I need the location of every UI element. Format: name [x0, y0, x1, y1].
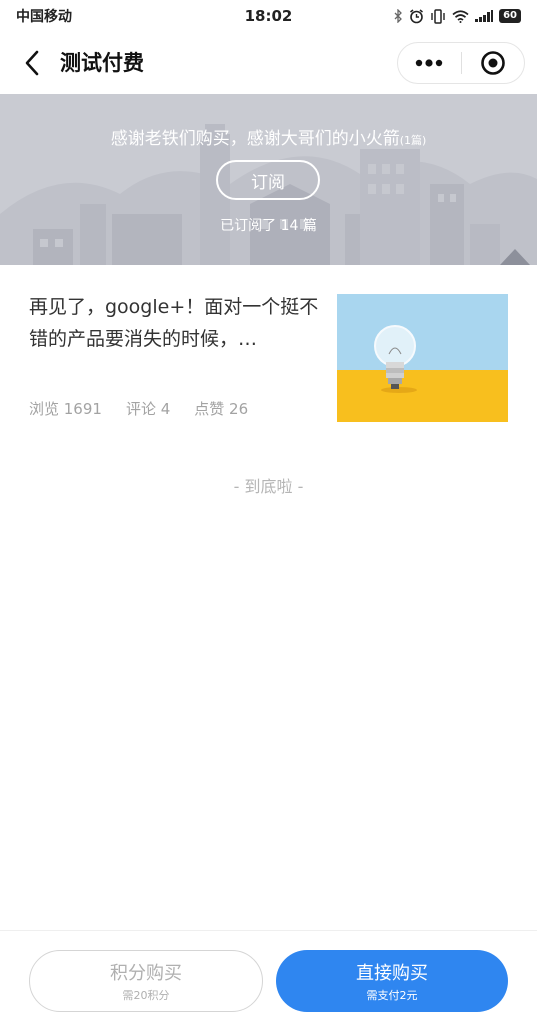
status-icons: 60 — [393, 8, 521, 24]
bluetooth-icon — [393, 9, 403, 23]
article-list-item[interactable]: 再见了，google+！面对一个挺不错的产品要消失的时候，… 浏览 1691 评… — [0, 265, 537, 435]
subscribed-count: 已订阅了 14 篇 — [220, 218, 317, 234]
banner-title-count: (1篇) — [399, 134, 427, 147]
target-close-icon — [480, 51, 505, 75]
banner-title: 感谢老铁们购买，感谢大哥们的小火箭(1篇) — [0, 124, 537, 149]
article-thumbnail — [337, 294, 508, 422]
back-button[interactable] — [18, 49, 46, 77]
chevron-left-icon — [25, 50, 39, 76]
status-bar: 中国移动 18:02 60 — [0, 0, 537, 32]
direct-purchase-label: 直接购买 — [356, 963, 428, 984]
page: 中国移动 18:02 60 测试付费 感谢老铁们购买，感谢大哥们的小火箭(1篇)… — [0, 0, 537, 1024]
view-count: 浏览 1691 — [29, 400, 102, 418]
navigation-bar: 测试付费 — [0, 32, 537, 94]
banner-title-text: 感谢老铁们购买，感谢大哥们的小火箭 — [110, 129, 400, 149]
article-title: 再见了，google+！面对一个挺不错的产品要消失的时候，… — [29, 296, 319, 350]
more-button[interactable] — [398, 43, 461, 83]
price-required: 需支付2元 — [366, 989, 418, 1002]
comment-count: 评论 4 — [125, 400, 171, 418]
points-required: 需20积分 — [122, 989, 170, 1002]
direct-purchase-button[interactable]: 直接购买 需支付2元 — [276, 950, 508, 1012]
points-purchase-label: 积分购买 — [110, 963, 182, 984]
subscribe-button[interactable]: 订阅 — [216, 160, 320, 200]
alarm-icon — [409, 8, 424, 24]
article-meta: 浏览 1691 评论 4 点赞 26 — [29, 398, 248, 419]
close-miniprogram-button[interactable] — [461, 43, 524, 83]
purchase-bar: 积分购买 需20积分 直接购买 需支付2元 — [0, 930, 537, 1024]
miniprogram-capsule — [397, 42, 525, 84]
column-banner: 感谢老铁们购买，感谢大哥们的小火箭(1篇) 订阅 已订阅了 14 篇 — [0, 94, 537, 265]
light-bulb-icon — [337, 294, 508, 422]
page-title: 测试付费 — [60, 51, 144, 75]
wifi-icon — [452, 9, 469, 23]
points-purchase-button[interactable]: 积分购买 需20积分 — [29, 950, 263, 1012]
more-dots-icon — [416, 59, 443, 67]
carrier-label: 中国移动 — [16, 9, 72, 25]
like-count: 点赞 26 — [194, 400, 249, 418]
battery-indicator: 60 — [499, 9, 521, 23]
vibrate-icon — [430, 8, 446, 24]
signal-icon — [475, 10, 494, 22]
end-of-list-label: - 到底啦 - — [233, 477, 304, 496]
